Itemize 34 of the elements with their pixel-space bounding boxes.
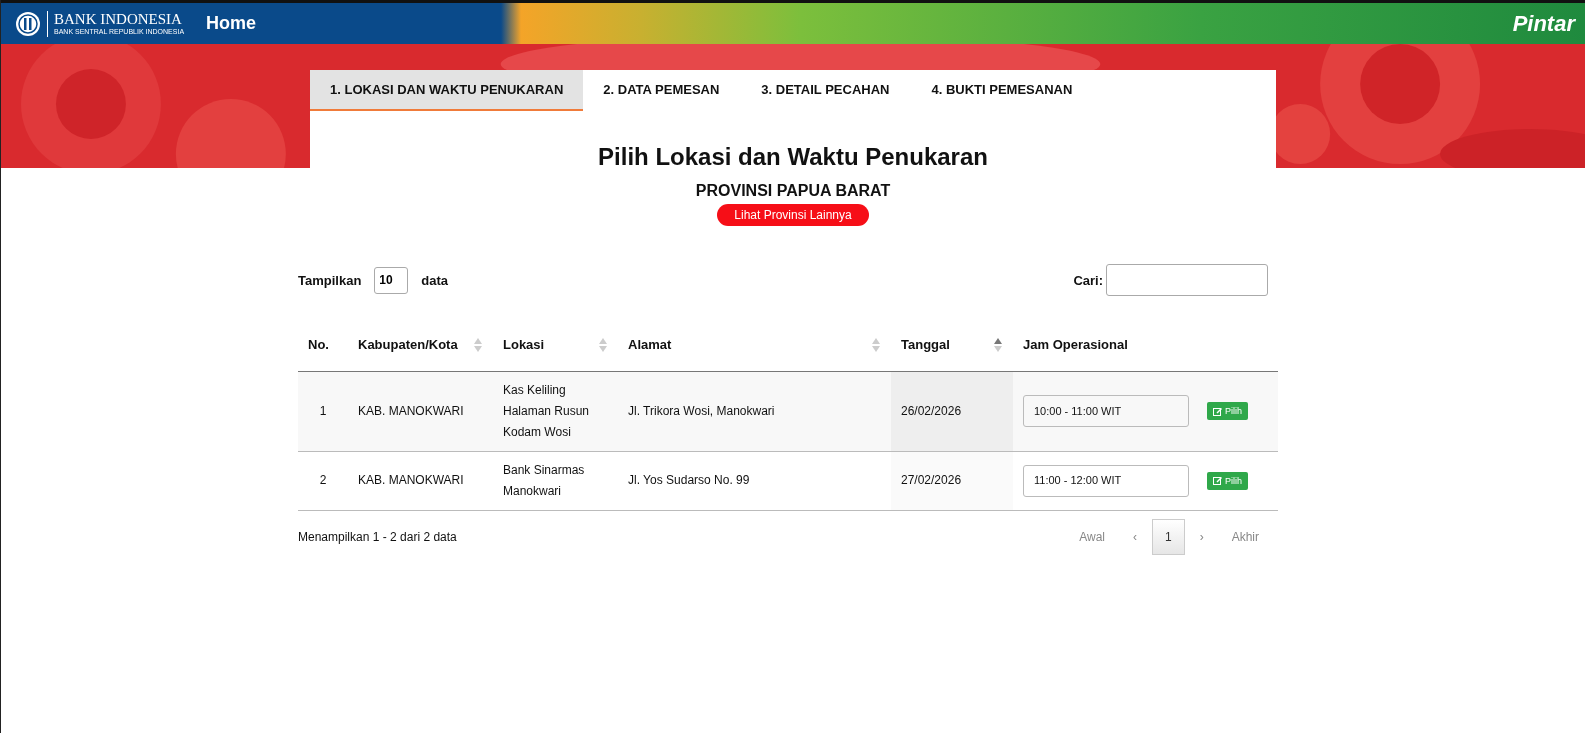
province-title: PROVINSI PAPUA BARAT [694, 182, 892, 200]
column-header[interactable]: Kabupaten/Kota [358, 334, 458, 355]
page-button[interactable]: 1 [1151, 518, 1185, 555]
table-cell: 1 [298, 371, 348, 451]
time-field[interactable]: 11:00 - 12:00 WIT [1023, 464, 1189, 497]
page-title: Pilih Lokasi dan Waktu Penukaran [597, 142, 989, 169]
edit-icon [1213, 406, 1222, 416]
time-field[interactable]: 10:00 - 11:00 WIT [1023, 395, 1189, 427]
search-field[interactable] [1106, 264, 1268, 296]
length-label: data [421, 272, 449, 288]
table-cell: KAB. MANOKWARI [348, 371, 493, 451]
table-cell: Kas Keliling Halaman Rusun Kodam Wosi [493, 371, 618, 451]
table-cell: KAB. MANOKWARI [348, 451, 493, 510]
search-label: Cari: [1073, 272, 1103, 288]
logo-title: BANK INDONESIA [54, 11, 183, 27]
table-cell: 27/02/2026 [891, 451, 1013, 510]
column-header[interactable]: No. [308, 334, 329, 355]
table-cell: 26/02/2026 [891, 371, 1013, 451]
column-header[interactable]: Lokasi [503, 334, 545, 355]
length-label: Tampilkan [298, 272, 362, 288]
edit-icon [1213, 476, 1222, 485]
step-tab[interactable]: 1. LOKASI DAN WAKTU PENUKARAN [310, 70, 584, 111]
table-cell: Bank Sinarmas Manokwari [493, 451, 618, 510]
column-header[interactable]: Tanggal [901, 334, 950, 355]
table-cell: Jl. Trikora Wosi, Manokwari [618, 371, 891, 451]
brand-logo: Pintar [1512, 10, 1575, 37]
column-header[interactable]: Jam Operasional [1023, 334, 1128, 355]
column-header[interactable]: Alamat [628, 334, 672, 355]
other-province-button[interactable]: Lihat Provinsi Lainnya [717, 204, 869, 226]
page-length-field[interactable]: 10 [374, 266, 409, 294]
table-cell: 2 [298, 451, 348, 510]
table-info: Menampilkan 1 - 2 dari 2 data [298, 529, 457, 544]
home-link[interactable]: Home [206, 13, 257, 34]
emblem-icon [15, 10, 41, 37]
